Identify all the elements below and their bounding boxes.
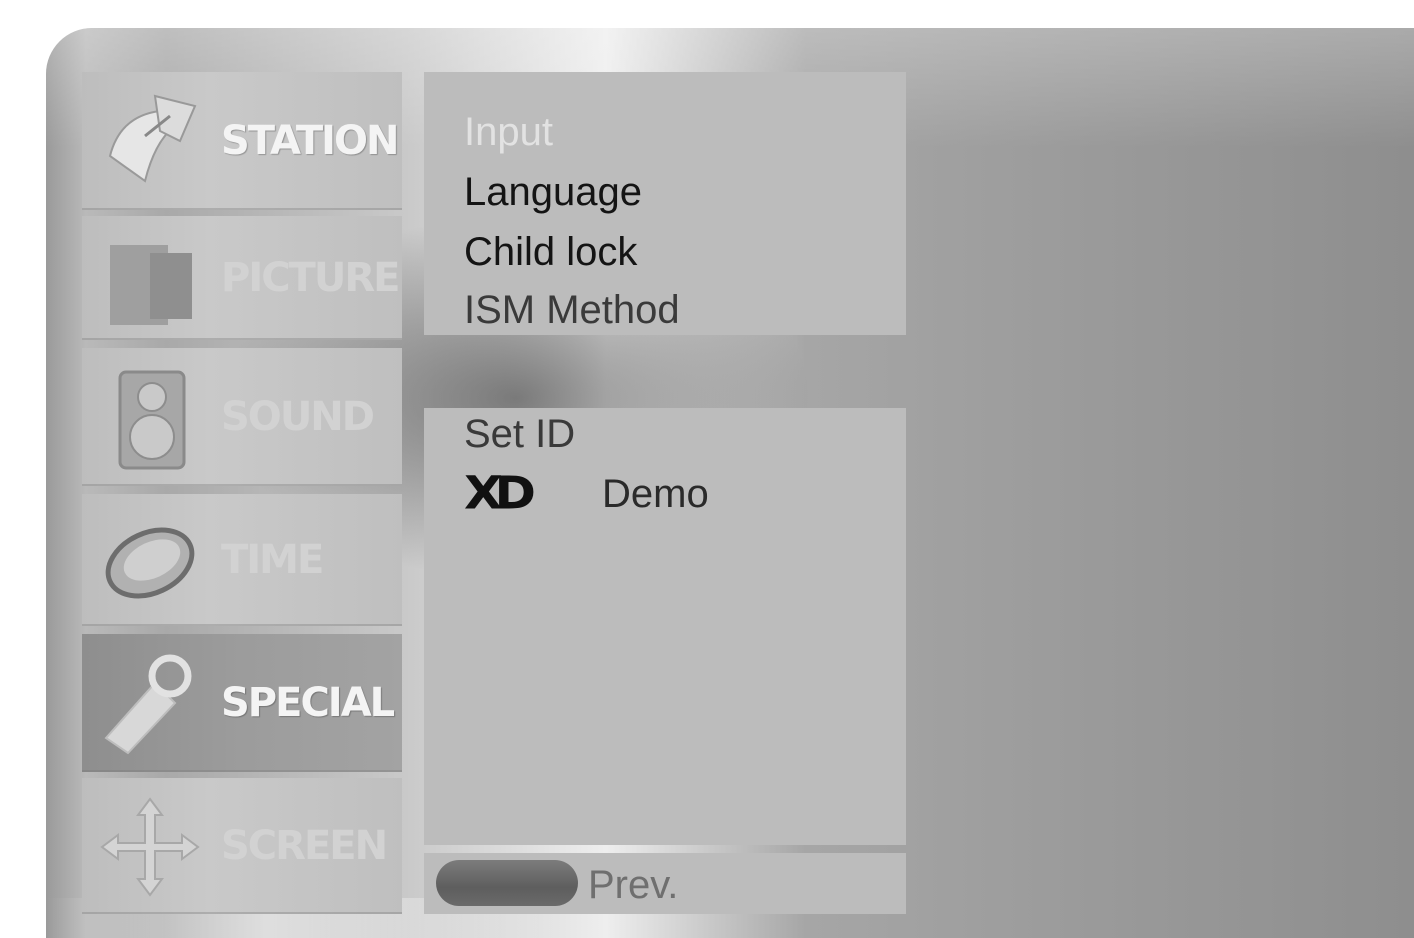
tab-station[interactable]: STATION (82, 72, 402, 210)
menu-item-language[interactable]: Language (464, 172, 642, 212)
speaker-icon (118, 370, 186, 470)
tab-time[interactable]: TIME (82, 494, 402, 626)
menu-item-ism-method[interactable]: ISM Method (464, 290, 680, 330)
menu-item-input[interactable]: Input (464, 112, 553, 152)
picture-icon (110, 245, 192, 325)
footer-bar: Prev. (424, 853, 906, 914)
tab-screen[interactable]: SCREEN (82, 778, 402, 914)
tab-special[interactable]: SPECIAL (82, 634, 402, 772)
tab-screen-label: SCREEN (221, 823, 388, 869)
xd-logo[interactable]: XD (464, 470, 536, 516)
tab-picture[interactable]: PICTURE (82, 216, 402, 340)
special-menu-panel-mid: Set ID XD Demo (424, 408, 906, 845)
menu-item-child-lock[interactable]: Child lock (464, 232, 637, 272)
move-arrows-icon (100, 797, 200, 897)
tab-time-label: TIME (221, 537, 324, 583)
prev-label: Prev. (588, 863, 679, 907)
tab-sound[interactable]: SOUND (82, 348, 402, 486)
menu-item-xd-demo[interactable]: Demo (602, 474, 709, 514)
clock-icon (105, 527, 195, 599)
menu-item-set-id[interactable]: Set ID (464, 414, 575, 454)
tab-picture-label: PICTURE (221, 255, 400, 301)
tab-special-label: SPECIAL (221, 680, 395, 726)
prev-button[interactable] (436, 860, 578, 906)
tab-station-label: STATION (221, 118, 399, 164)
tab-sound-label: SOUND (221, 394, 375, 440)
satellite-dish-icon (108, 94, 197, 183)
tag-icon (104, 654, 192, 755)
special-menu-panel-top: Input Language Child lock ISM Method (424, 72, 906, 335)
